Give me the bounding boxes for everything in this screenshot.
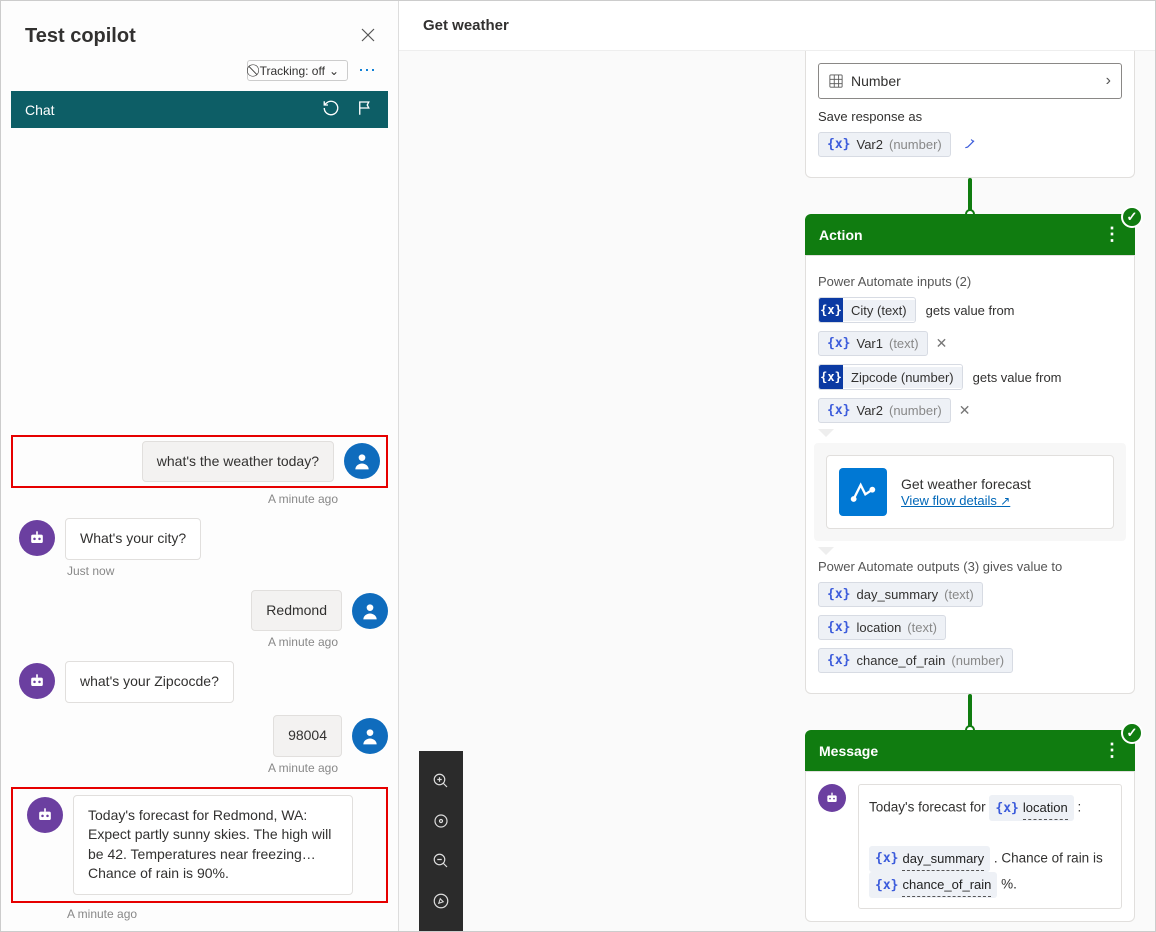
timestamp: A minute ago (11, 492, 388, 506)
flag-icon[interactable] (356, 99, 374, 120)
inputs-label: Power Automate inputs (2) (818, 274, 1122, 289)
variable-token[interactable]: {x} Var1 (text) (818, 331, 928, 356)
message-node-body[interactable]: Today's forecast for {x}location : {x}da… (805, 771, 1135, 922)
message-text[interactable]: 98004 (273, 715, 342, 757)
variable-token[interactable]: {x}chance_of_rain (869, 872, 997, 898)
input-mapping-row: {x} Zipcode (number) gets value from (818, 364, 1122, 390)
chat-message: Today's forecast for Redmond, WA: Expect… (11, 787, 388, 903)
outputs-label: Power Automate outputs (3) gives value t… (818, 559, 1122, 574)
zoom-fit-icon[interactable] (419, 801, 463, 841)
variable-token[interactable]: {x}day_summary (869, 846, 990, 872)
zoom-in-icon[interactable] (419, 761, 463, 801)
compass-icon[interactable] (419, 881, 463, 921)
chat-message: What's your city? (11, 518, 388, 560)
flow-title: Get weather forecast (901, 476, 1031, 492)
panel-title: Test copilot (25, 25, 136, 48)
timestamp: Just now (11, 564, 388, 578)
output-token[interactable]: {x} day_summary (text) (818, 582, 983, 607)
user-avatar (344, 443, 380, 479)
message-text[interactable]: Redmond (251, 590, 342, 632)
more-icon[interactable]: ⋯ (358, 60, 378, 81)
node-menu-icon[interactable]: ⋮ (1103, 740, 1121, 761)
user-avatar (352, 718, 388, 754)
remove-icon[interactable]: ✕ (936, 335, 948, 352)
node-menu-icon[interactable]: ⋮ (1103, 224, 1121, 245)
bot-avatar (19, 663, 55, 699)
remove-icon[interactable]: ✕ (959, 402, 971, 419)
variable-token[interactable]: {x} Var2 (number) (818, 398, 951, 423)
parameter-token[interactable]: {x} Zipcode (number) (818, 364, 963, 390)
refresh-icon[interactable] (322, 99, 340, 120)
zoom-out-icon[interactable] (419, 841, 463, 881)
timestamp: A minute ago (11, 635, 388, 649)
message-text[interactable]: Today's forecast for Redmond, WA: Expect… (73, 795, 353, 895)
parameter-token[interactable]: {x} City (text) (818, 297, 916, 323)
authoring-canvas: Get weather Number (399, 1, 1155, 931)
close-icon[interactable] (358, 25, 378, 45)
timestamp: A minute ago (11, 761, 388, 775)
topic-title: Get weather (399, 1, 1155, 51)
chat-label: Chat (25, 102, 55, 118)
message-template[interactable]: Today's forecast for {x}location : {x}da… (858, 784, 1122, 909)
connector (968, 178, 972, 214)
output-token[interactable]: {x} chance_of_rain (number) (818, 648, 1013, 673)
user-avatar (352, 593, 388, 629)
variable-token[interactable]: {x} Var2 (number) (818, 132, 951, 157)
connector (968, 694, 972, 730)
chat-header: Chat (11, 91, 388, 128)
flow-icon (839, 468, 887, 516)
divider (818, 429, 834, 437)
variable-token[interactable]: {x}location (989, 795, 1073, 821)
chat-message: 98004 (11, 715, 388, 757)
edit-icon[interactable] (963, 136, 977, 153)
chat-message: Redmond (11, 590, 388, 632)
chat-message: what's your Zipcocde? (11, 661, 388, 703)
chat-scroll: what's the weather today? A minute ago W… (1, 128, 398, 931)
zoom-toolbar (419, 751, 463, 931)
output-token[interactable]: {x} location (text) (818, 615, 946, 640)
identify-select[interactable]: Number › (818, 63, 1122, 99)
bot-avatar (19, 520, 55, 556)
action-node-body[interactable]: Power Automate inputs (2) {x} City (text… (805, 255, 1135, 694)
timestamp: A minute ago (11, 907, 388, 921)
success-check-icon: ✓ (1121, 206, 1143, 228)
save-response-label: Save response as (818, 109, 1122, 124)
test-copilot-panel: Test copilot ⃠Tracking: off⌄ ⋯ Chat what… (1, 1, 399, 931)
success-check-icon: ✓ (1121, 722, 1143, 744)
message-text[interactable]: What's your city? (65, 518, 201, 560)
message-node-header[interactable]: Message ⋮ ✓ (805, 730, 1135, 771)
message-text[interactable]: what's your Zipcocde? (65, 661, 234, 703)
input-mapping-row: {x} City (text) gets value from (818, 297, 1122, 323)
message-text[interactable]: what's the weather today? (142, 441, 334, 483)
bot-avatar (27, 797, 63, 833)
action-node-header[interactable]: Action ⋮ ✓ (805, 214, 1135, 255)
tracking-toggle[interactable]: ⃠Tracking: off⌄ (247, 60, 348, 81)
chat-message: what's the weather today? (11, 435, 388, 489)
chevron-right-icon: › (1106, 72, 1111, 90)
question-node-partial[interactable]: Number › Save response as {x} Var2 (numb… (805, 51, 1135, 178)
divider (818, 547, 834, 555)
flow-reference-card[interactable]: Get weather forecast View flow details (826, 455, 1114, 529)
view-flow-link[interactable]: View flow details (901, 493, 1010, 508)
bot-avatar (818, 784, 846, 812)
